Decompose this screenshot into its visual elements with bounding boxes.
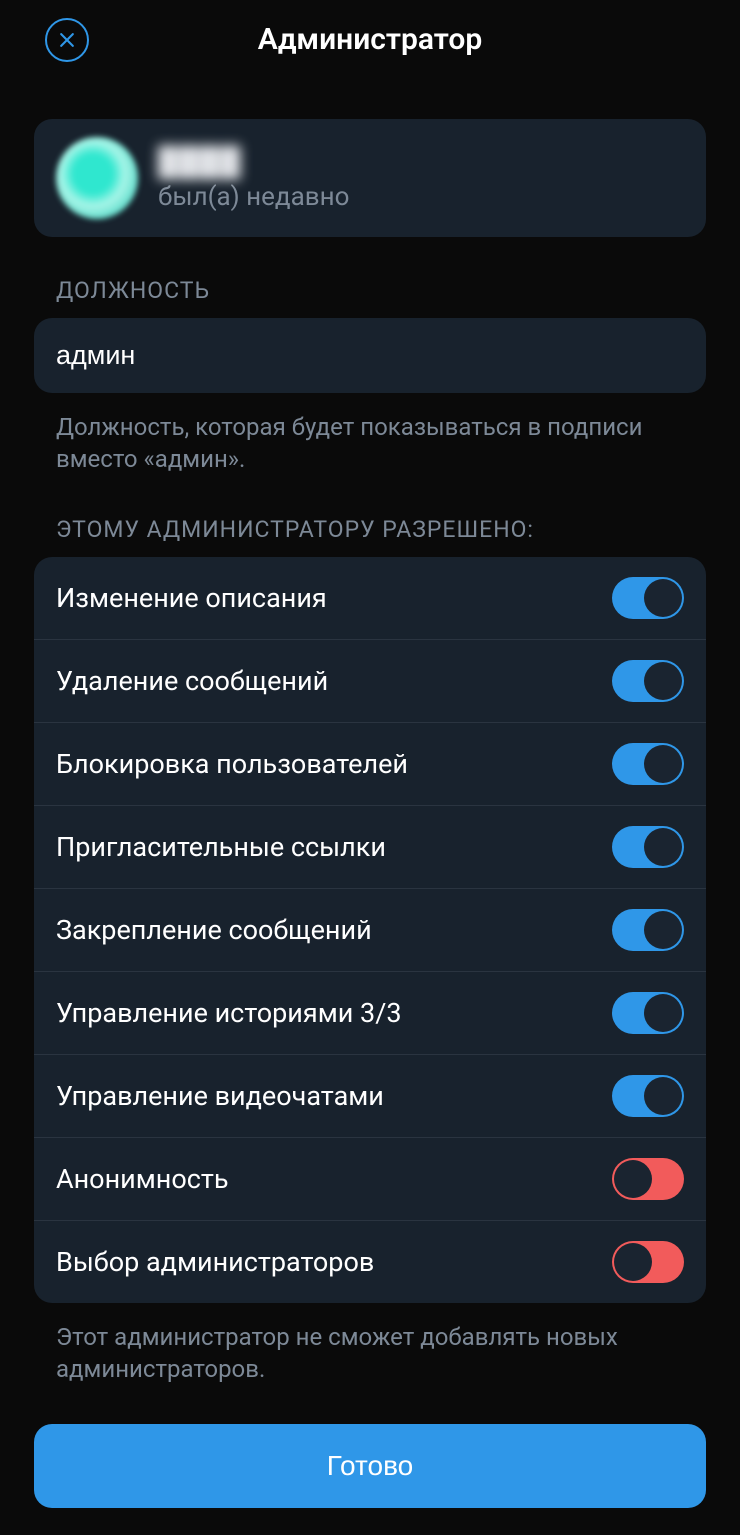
avatar [56,137,138,219]
perm-row-pin-messages: Закрепление сообщений [34,889,706,972]
perm-label: Пригласительные ссылки [56,831,386,863]
done-button[interactable]: Готово [34,1424,706,1508]
toggle-change-description[interactable] [612,577,684,619]
permissions-hint: Этот администратор не сможет добавлять н… [56,1321,684,1386]
role-input-card [34,318,706,393]
user-status: был(а) недавно [158,182,349,212]
perm-row-anonymous: Анонимность [34,1138,706,1221]
perm-label: Удаление сообщений [56,665,328,697]
perm-label: Анонимность [56,1163,229,1195]
perm-row-delete-messages: Удаление сообщений [34,640,706,723]
user-card[interactable]: ████ был(а) недавно [34,119,706,237]
perm-label: Блокировка пользователей [56,748,408,780]
toggle-manage-stories[interactable] [612,992,684,1034]
toggle-invite-links[interactable] [612,826,684,868]
content: ████ был(а) недавно ДОЛЖНОСТЬ Должность,… [0,119,740,1508]
header: Администратор [0,0,740,79]
perm-label: Управление видеочатами [56,1080,384,1112]
permissions-section-label: ЭТОМУ АДМИНИСТРАТОРУ РАЗРЕШЕНО: [56,516,706,543]
perm-label: Изменение описания [56,582,327,614]
toggle-add-admins[interactable] [612,1241,684,1283]
perm-row-manage-stories: Управление историями 3/3 [34,972,706,1055]
toggle-anonymous[interactable] [612,1158,684,1200]
perm-row-invite-links: Пригласительные ссылки [34,806,706,889]
perm-row-add-admins: Выбор администраторов [34,1221,706,1303]
user-info: ████ был(а) недавно [158,145,349,212]
toggle-manage-videochats[interactable] [612,1075,684,1117]
perm-label: Закрепление сообщений [56,914,372,946]
permissions-list: Изменение описания Удаление сообщений Бл… [34,557,706,1303]
perm-row-change-description: Изменение описания [34,557,706,640]
page-title: Администратор [258,22,482,57]
role-section-label: ДОЛЖНОСТЬ [56,277,706,304]
role-input[interactable] [56,340,684,371]
perm-label: Управление историями 3/3 [56,997,402,1029]
close-icon [57,30,77,50]
toggle-delete-messages[interactable] [612,660,684,702]
perm-label: Выбор администраторов [56,1246,374,1278]
close-button[interactable] [45,18,89,62]
toggle-ban-users[interactable] [612,743,684,785]
user-name: ████ [158,145,349,178]
role-hint: Должность, которая будет показываться в … [56,411,684,476]
perm-row-ban-users: Блокировка пользователей [34,723,706,806]
perm-row-manage-videochats: Управление видеочатами [34,1055,706,1138]
toggle-pin-messages[interactable] [612,909,684,951]
